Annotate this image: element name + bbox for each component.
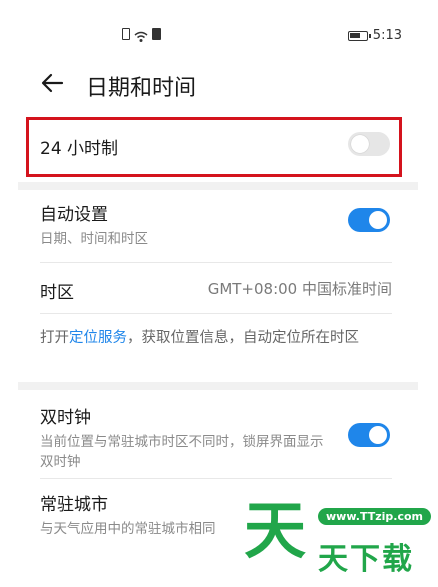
watermark-char: 天 bbox=[244, 494, 307, 567]
setting-24-hour-label: 24 小时制 bbox=[40, 139, 119, 159]
setting-auto-sub: 日期、时间和时区 bbox=[40, 231, 148, 247]
section-divider bbox=[18, 382, 418, 390]
back-arrow-icon[interactable] bbox=[38, 68, 68, 98]
watermark-text: 天下载 bbox=[318, 542, 414, 577]
divider bbox=[40, 478, 392, 479]
status-icons bbox=[122, 28, 161, 42]
setting-auto-label: 自动设置 bbox=[40, 205, 108, 225]
dual-clock-toggle[interactable] bbox=[348, 423, 390, 447]
toggle-knob bbox=[369, 211, 387, 229]
watermark-logo: 天 www.TTzip.com 天下载 bbox=[242, 490, 438, 587]
title-bar: 日期和时间 bbox=[0, 62, 438, 112]
toggle-knob bbox=[369, 426, 387, 444]
setting-dual-clock-label: 双时钟 bbox=[40, 408, 91, 428]
setting-auto[interactable]: 自动设置 日期、时间和时区 bbox=[40, 200, 392, 248]
divider bbox=[40, 313, 392, 314]
divider bbox=[40, 262, 392, 263]
location-note-prefix: 打开 bbox=[40, 330, 69, 346]
status-time: 5:13 bbox=[372, 28, 402, 43]
hour24-toggle[interactable] bbox=[348, 132, 390, 156]
sim-card-icon bbox=[122, 28, 130, 40]
setting-dual-clock[interactable]: 双时钟 当前位置与常驻城市时区不同时，锁屏界面显示双时钟 bbox=[40, 403, 392, 473]
toggle-knob bbox=[351, 135, 369, 153]
watermark-site: www.TTzip.com bbox=[318, 508, 431, 525]
location-note-suffix: ，获取位置信息，自动定位所在时区 bbox=[127, 330, 359, 346]
location-note: 打开定位服务，获取位置信息，自动定位所在时区 bbox=[40, 326, 392, 350]
location-service-link[interactable]: 定位服务 bbox=[69, 330, 127, 346]
signal-icon bbox=[152, 28, 161, 40]
battery-icon bbox=[347, 30, 371, 41]
auto-toggle[interactable] bbox=[348, 208, 390, 232]
setting-24-hour[interactable]: 24 小时制 bbox=[40, 132, 392, 159]
status-bar: 5:13 bbox=[0, 0, 438, 58]
setting-dual-clock-sub: 当前位置与常驻城市时区不同时，锁屏界面显示双时钟 bbox=[40, 434, 324, 470]
setting-timezone[interactable]: 时区 GMT+08:00 中国标准时间 bbox=[40, 278, 392, 303]
timezone-value: GMT+08:00 中国标准时间 bbox=[207, 280, 392, 298]
wifi-icon bbox=[134, 28, 148, 42]
page-title: 日期和时间 bbox=[86, 76, 197, 101]
section-divider bbox=[18, 182, 418, 190]
